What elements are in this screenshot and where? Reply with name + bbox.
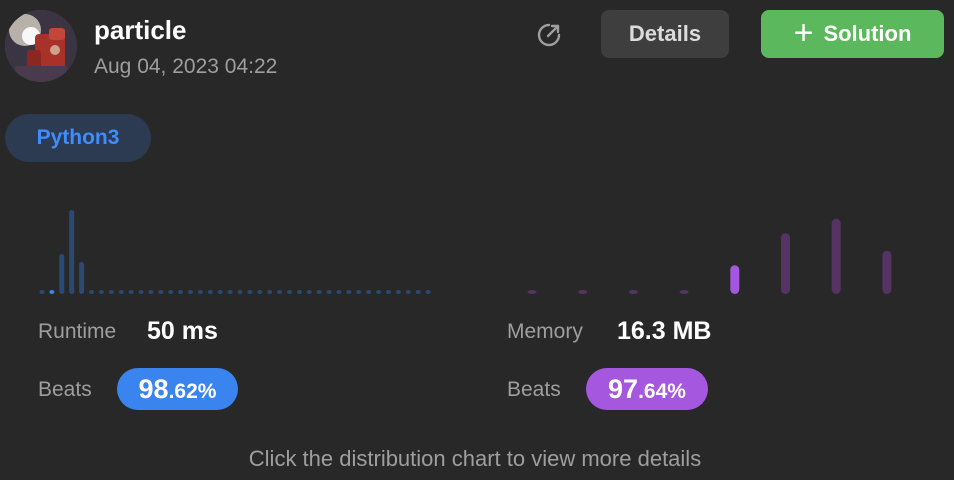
runtime-bar[interactable] [287,290,292,294]
memory-bar[interactable] [578,290,588,294]
runtime-bar[interactable] [326,290,332,294]
memory-bar[interactable] [781,233,790,294]
runtime-bar[interactable] [277,290,283,294]
memory-beats-label: Beats [507,378,561,401]
runtime-bar[interactable] [197,290,203,294]
runtime-beats-int: 98 [138,374,169,404]
runtime-bar[interactable] [415,290,421,294]
runtime-bar[interactable] [237,290,243,294]
details-button[interactable]: Details [601,10,729,58]
runtime-bar[interactable] [306,290,312,294]
runtime-bar[interactable] [316,290,322,294]
memory-beats-int: 97 [608,374,639,404]
runtime-bar[interactable] [79,262,85,294]
runtime-beats-badge: 98.62% [117,368,238,410]
memory-label: Memory [507,320,583,343]
runtime-bar[interactable] [108,290,114,294]
runtime-bar[interactable] [267,290,273,294]
solution-button-label: Solution [823,21,912,46]
memory-bar[interactable] [831,218,841,294]
runtime-bar[interactable] [217,290,223,294]
runtime-bar[interactable] [395,290,401,294]
runtime-bar[interactable] [69,210,75,294]
runtime-bar[interactable] [49,290,55,294]
runtime-bar[interactable] [376,290,382,294]
runtime-bar[interactable] [188,290,193,294]
runtime-bar[interactable] [98,290,104,294]
memory-beats-badge: 97.64% [586,368,708,410]
language-tag[interactable]: Python3 [5,114,151,162]
memory-bar[interactable] [679,290,689,294]
runtime-bar[interactable] [247,290,253,294]
runtime-bar[interactable] [425,290,431,294]
runtime-bar[interactable] [227,290,233,294]
runtime-bar[interactable] [138,290,144,294]
distribution-chart[interactable] [0,180,954,300]
runtime-bar[interactable] [148,290,154,294]
runtime-bar[interactable] [59,254,65,294]
runtime-bar[interactable] [336,290,342,294]
runtime-bar[interactable] [296,290,302,294]
runtime-bar[interactable] [257,290,263,294]
share-icon[interactable] [536,22,562,48]
runtime-bar[interactable] [346,290,352,294]
memory-bar[interactable] [527,290,537,294]
plus-icon: + [793,13,814,52]
runtime-bar[interactable] [356,290,362,294]
runtime-bar[interactable] [39,290,45,294]
chart-hint-text: Click the distribution chart to view mor… [248,446,702,471]
runtime-label: Runtime [38,320,117,343]
runtime-value: 50 ms [147,317,218,345]
memory-beats-frac: .64% [638,380,686,403]
runtime-beats-frac: .62% [168,380,217,403]
memory-bar[interactable] [628,290,638,294]
runtime-bar[interactable] [158,290,164,294]
runtime-bar[interactable] [405,290,411,294]
avatar[interactable] [5,10,77,82]
runtime-bar[interactable] [118,290,124,294]
runtime-bar[interactable] [178,290,184,294]
memory-value: 16.3 MB [617,317,712,345]
runtime-beats-label: Beats [38,378,92,401]
submission-timestamp: Aug 04, 2023 04:22 [94,55,278,78]
memory-bar[interactable] [730,265,740,294]
runtime-bar[interactable] [366,290,372,294]
add-solution-button[interactable]: + Solution [761,10,944,58]
runtime-bar[interactable] [89,290,94,294]
runtime-bar[interactable] [128,290,134,294]
username[interactable]: particle [94,15,187,46]
runtime-bar[interactable] [386,290,391,294]
memory-bar[interactable] [882,250,892,294]
runtime-bar[interactable] [168,290,174,294]
runtime-bar[interactable] [207,290,213,294]
